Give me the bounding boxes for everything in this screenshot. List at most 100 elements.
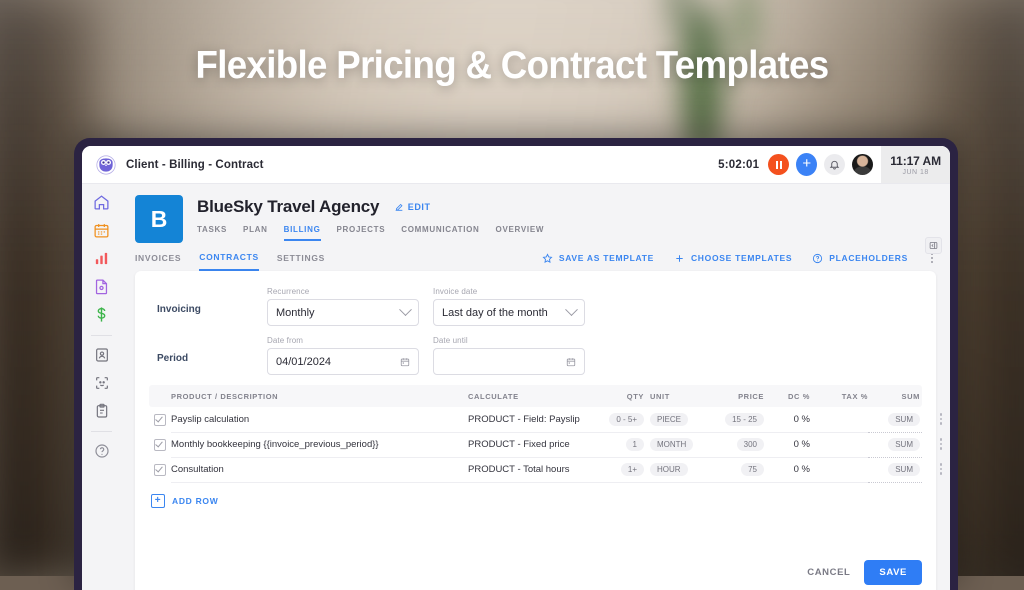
- pause-icon[interactable]: [768, 154, 790, 175]
- app-screen: Client - Billing - Contract 5:02:01 + 11…: [82, 146, 950, 590]
- row-kebab-menu-icon[interactable]: [939, 438, 942, 450]
- add-row-button[interactable]: + ADD ROW: [151, 494, 936, 508]
- timer-display: 5:02:01: [718, 158, 760, 171]
- tab-settings[interactable]: SETTINGS: [277, 253, 325, 270]
- save-as-template-button[interactable]: SAVE AS TEMPLATE: [542, 252, 654, 264]
- row-unit[interactable]: MONTH: [644, 432, 702, 458]
- star-icon: [542, 252, 553, 264]
- column-header-dc: DC %: [788, 391, 810, 401]
- table-row[interactable]: Payslip calculation PRODUCT - Field: Pay…: [149, 407, 942, 433]
- row-tax[interactable]: [810, 407, 868, 433]
- invoice-date-value: Last day of the month: [442, 306, 548, 319]
- row-calculate[interactable]: PRODUCT - Field: Payslip: [468, 407, 600, 433]
- row-tax[interactable]: [810, 432, 868, 458]
- tab-overview[interactable]: OVERVIEW: [496, 225, 545, 241]
- column-header-price: PRICE: [738, 391, 764, 401]
- recurrence-select[interactable]: Monthly: [267, 299, 419, 326]
- choose-templates-button[interactable]: CHOOSE TEMPLATES: [674, 253, 792, 264]
- row-calculate[interactable]: PRODUCT - Fixed price: [468, 432, 600, 458]
- sidebar-item-finance[interactable]: [92, 305, 111, 324]
- rail-divider: [91, 335, 112, 336]
- row-qty[interactable]: 1: [600, 432, 644, 458]
- row-price[interactable]: 75: [702, 457, 764, 483]
- row-kebab-menu-icon[interactable]: [939, 463, 942, 475]
- add-row-label: ADD ROW: [172, 496, 219, 506]
- row-checkbox[interactable]: [149, 413, 171, 426]
- kebab-menu-icon[interactable]: [928, 253, 936, 263]
- save-button[interactable]: SAVE: [864, 560, 922, 585]
- row-price[interactable]: 15 - 25: [702, 407, 764, 433]
- recurrence-field: Recurrence Monthly: [267, 287, 419, 326]
- invoicing-label: Invoicing: [157, 304, 201, 315]
- row-description[interactable]: Monthly bookkeeping {{invoice_previous_p…: [171, 432, 468, 458]
- date-from-input[interactable]: 04/01/2024: [267, 348, 419, 375]
- sidebar-item-calendar[interactable]: [92, 221, 111, 240]
- row-checkbox[interactable]: [149, 438, 171, 451]
- clock-date: JUN 18: [902, 168, 929, 176]
- row-price[interactable]: 300: [702, 432, 764, 458]
- recurrence-caption: Recurrence: [267, 287, 310, 296]
- row-sum[interactable]: SUM: [868, 457, 922, 483]
- tab-projects[interactable]: PROJECTS: [337, 225, 386, 241]
- sidebar-rail: [82, 184, 121, 590]
- invoicing-row: Invoicing Recurrence Monthly Invoice dat…: [135, 287, 936, 326]
- avatar[interactable]: [852, 154, 874, 175]
- row-sum[interactable]: SUM: [868, 432, 922, 458]
- client-header: B BlueSky Travel Agency EDIT TASKS PLAN …: [121, 184, 950, 243]
- content-area: B BlueSky Travel Agency EDIT TASKS PLAN …: [121, 184, 950, 590]
- row-description[interactable]: Consultation: [171, 457, 468, 483]
- date-until-field: Date until: [433, 336, 585, 375]
- chevron-down-icon: [565, 303, 578, 317]
- row-kebab-menu-icon[interactable]: [939, 413, 942, 425]
- invoice-date-select[interactable]: Last day of the month: [433, 299, 585, 326]
- column-header-product: PRODUCT / DESCRIPTION: [171, 391, 279, 401]
- tab-plan[interactable]: PLAN: [243, 225, 268, 241]
- edit-pencil-icon: [394, 202, 404, 212]
- edit-button[interactable]: EDIT: [394, 202, 431, 212]
- choose-templates-label: CHOOSE TEMPLATES: [690, 253, 793, 263]
- row-checkbox[interactable]: [149, 463, 171, 476]
- table-row[interactable]: Consultation PRODUCT - Total hours 1+ HO…: [149, 457, 942, 483]
- plus-icon[interactable]: +: [796, 153, 818, 176]
- tab-billing[interactable]: BILLING: [283, 225, 321, 241]
- date-from-value: 04/01/2024: [276, 355, 332, 368]
- row-qty[interactable]: 0 - 5+: [600, 407, 644, 433]
- row-dc[interactable]: 0 %: [764, 407, 810, 433]
- date-from-field: Date from 04/01/2024: [267, 336, 419, 375]
- sidebar-item-documents[interactable]: [92, 277, 111, 296]
- tab-tasks[interactable]: TASKS: [197, 225, 227, 241]
- table-row[interactable]: Monthly bookkeeping {{invoice_previous_p…: [149, 432, 942, 458]
- row-description[interactable]: Payslip calculation: [171, 407, 468, 433]
- subtab-toolbar-row: INVOICES CONTRACTS SETTINGS SAVE AS TEMP…: [121, 243, 950, 271]
- sidebar-item-clipboard[interactable]: [92, 401, 111, 420]
- placeholders-button[interactable]: PLACEHOLDERS: [812, 253, 908, 264]
- date-until-input[interactable]: [433, 348, 585, 375]
- recurrence-value: Monthly: [276, 306, 315, 319]
- sidebar-item-help[interactable]: [92, 441, 111, 460]
- row-qty[interactable]: 1+: [600, 457, 644, 483]
- calendar-icon[interactable]: [566, 357, 576, 367]
- sidebar-item-reports[interactable]: [92, 249, 111, 268]
- client-avatar-tile: B: [135, 195, 183, 243]
- sidebar-item-home[interactable]: [92, 193, 111, 212]
- row-sum[interactable]: SUM: [868, 407, 922, 433]
- row-unit[interactable]: PIECE: [644, 407, 702, 433]
- clock-widget: 11:17 AM JUN 18: [881, 146, 950, 183]
- tab-invoices[interactable]: INVOICES: [135, 253, 181, 270]
- row-unit[interactable]: HOUR: [644, 457, 702, 483]
- sidebar-item-face-scan[interactable]: [92, 373, 111, 392]
- device-frame: Client - Billing - Contract 5:02:01 + 11…: [74, 138, 958, 590]
- row-calculate[interactable]: PRODUCT - Total hours: [468, 457, 600, 483]
- tab-communication[interactable]: COMMUNICATION: [401, 225, 479, 241]
- collapse-panel-icon[interactable]: [925, 237, 942, 254]
- calendar-icon[interactable]: [400, 357, 410, 367]
- row-dc[interactable]: 0 %: [764, 432, 810, 458]
- period-row: Period Date from 04/01/2024 Date until: [135, 336, 936, 375]
- row-dc[interactable]: 0 %: [764, 457, 810, 483]
- sidebar-item-contacts[interactable]: [92, 345, 111, 364]
- invoice-date-field: Invoice date Last day of the month: [433, 287, 585, 326]
- cancel-button[interactable]: CANCEL: [807, 567, 850, 578]
- bell-icon[interactable]: [824, 154, 846, 175]
- tab-contracts[interactable]: CONTRACTS: [199, 252, 259, 271]
- row-tax[interactable]: [810, 457, 868, 483]
